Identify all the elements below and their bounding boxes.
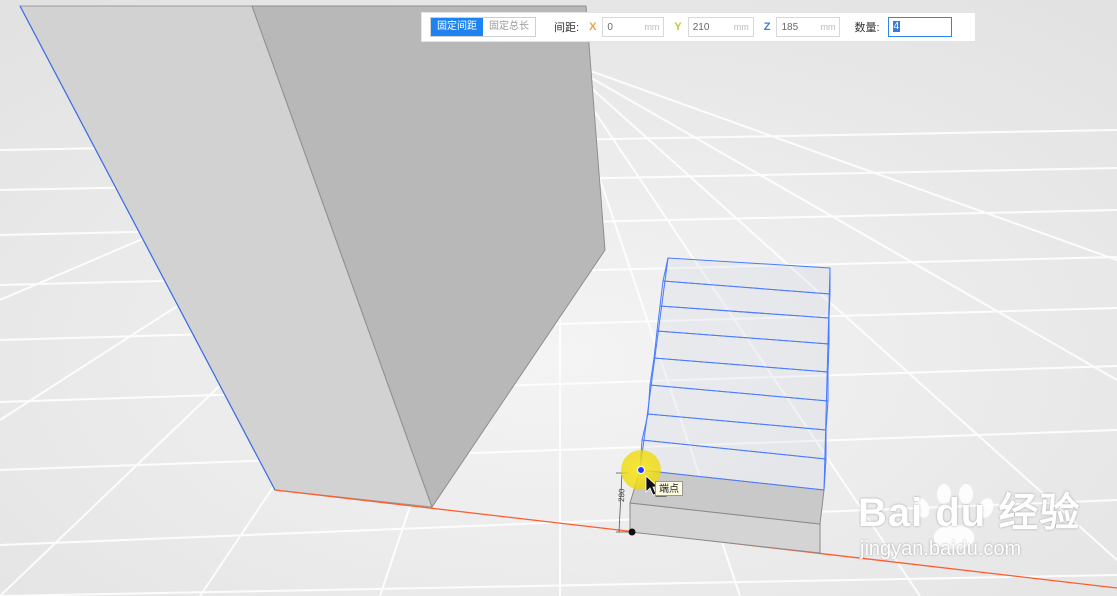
origin-point[interactable] <box>628 528 636 536</box>
x-axis-label: X <box>589 21 597 33</box>
snap-tooltip: 端点 <box>655 481 683 496</box>
x-unit-label: mm <box>644 22 660 32</box>
watermark: Bai du 经验 jingyan.baidu.com <box>858 480 1080 561</box>
stair-array-preview <box>639 257 831 491</box>
x-spacing-value: 0 <box>607 21 613 33</box>
y-spacing-input[interactable]: 210 mm <box>687 17 754 37</box>
y-spacing-value: 210 <box>692 21 710 33</box>
z-spacing-value: 185 <box>781 21 799 33</box>
array-mode-toggle: 固定间距 固定总长 <box>430 17 536 37</box>
y-axis-label: Y <box>674 21 682 33</box>
y-unit-label: mm <box>733 22 749 32</box>
spacing-label: 间距: <box>554 22 580 34</box>
quantity-label: 数量: <box>854 22 880 34</box>
quantity-value: 4 <box>892 21 901 32</box>
array-toolbar: 固定间距 固定总长 间距: X 0 mm Y 210 mm Z 185 mm 数… <box>421 12 976 42</box>
z-unit-label: mm <box>820 22 836 32</box>
fixed-spacing-button[interactable]: 固定间距 <box>431 18 483 36</box>
watermark-brand: Bai du 经验 <box>858 491 1081 535</box>
quantity-input[interactable]: 4 <box>887 17 952 37</box>
z-spacing-input[interactable]: 185 mm <box>776 17 841 37</box>
endpoint-marker[interactable] <box>637 466 645 474</box>
watermark-url: jingyan.baidu.com <box>860 538 1022 560</box>
dimension-label: 280 <box>617 488 626 502</box>
x-spacing-input[interactable]: 0 mm <box>602 17 665 37</box>
fixed-total-length-button[interactable]: 固定总长 <box>483 18 535 36</box>
z-axis-label: Z <box>763 21 771 33</box>
